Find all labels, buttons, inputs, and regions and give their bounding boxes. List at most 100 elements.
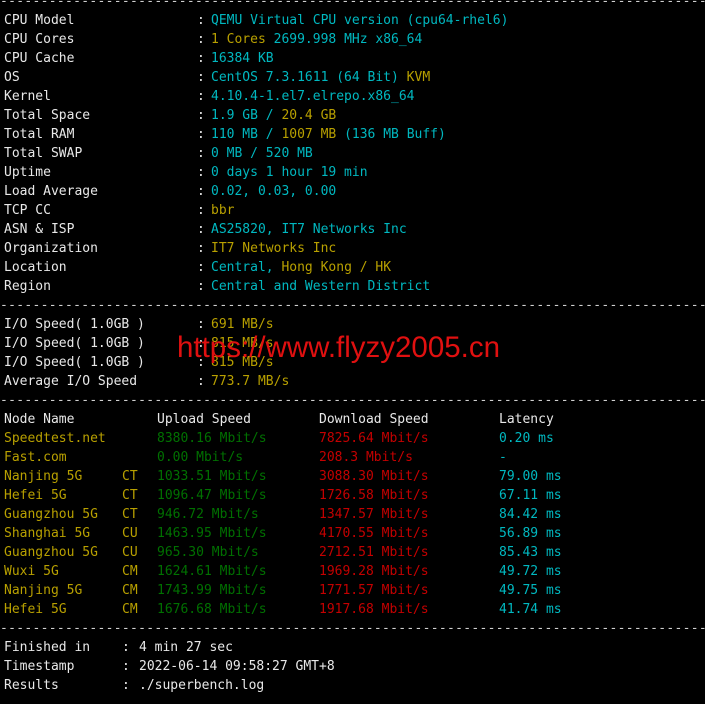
- separator: ----------------------------------------…: [0, 0, 705, 9]
- colon-separator: :: [197, 373, 205, 389]
- separator: ----------------------------------------…: [0, 297, 705, 313]
- info-label: Location: [4, 259, 67, 275]
- info-row: TCP CC: bbr: [0, 201, 705, 220]
- info-label: Uptime: [4, 164, 51, 180]
- info-row: CPU Cache:16384 KB: [0, 49, 705, 68]
- info-row: Organization: IT7 Networks Inc: [0, 239, 705, 258]
- value-segment: CentOS 7.3.1611 (64 Bit): [211, 69, 407, 85]
- colon-separator: :: [197, 183, 205, 199]
- speedtest-row: Speedtest.net 8380.16 Mbit/s 7825.64 Mbit/…: [0, 429, 705, 448]
- colon-separator: :: [197, 12, 205, 28]
- colon-separator: :: [122, 677, 130, 693]
- summary-row: Finished in:4 min 27 sec: [0, 638, 705, 657]
- info-value: IT7 Networks Inc: [211, 239, 336, 258]
- download-speed: 3088.30 Mbit/s: [319, 468, 429, 484]
- info-label: CPU Cores: [4, 31, 75, 47]
- info-value: 4.10.4-1.el7.elrepo.x86_64: [211, 87, 415, 106]
- info-row: Load Average:0.02, 0.03, 0.00: [0, 182, 705, 201]
- upload-speed: 1096.47 Mbit/s: [157, 487, 267, 503]
- info-row: Total RAM:110 MB / 1007 MB (136 MB Buff): [0, 125, 705, 144]
- value-segment: 20.4 GB: [281, 107, 337, 123]
- upload-speed: 946.72 Mbit/s: [157, 506, 259, 522]
- summary-value: 4 min 27 sec: [139, 639, 233, 655]
- colon-separator: :: [197, 50, 205, 66]
- info-value: 0 MB / 520 MB: [211, 144, 313, 163]
- value-segment: Central,: [211, 259, 282, 275]
- speedtest-row: Wuxi 5G CM 1624.61 Mbit/s 1969.28 Mbit/s 49.…: [0, 562, 705, 581]
- node-name: Nanjing 5G: [4, 582, 83, 598]
- speedtest-header: Node Name Upload Speed Download Speed Laten…: [0, 410, 705, 429]
- colon-separator: :: [197, 31, 205, 47]
- summary-row: Timestamp:2022-06-14 09:58:27 GMT+8: [0, 657, 705, 676]
- info-label: CPU Model: [4, 12, 75, 28]
- node-name: Guangzhou 5G: [4, 544, 98, 560]
- download-speed: 1771.57 Mbit/s: [319, 582, 429, 598]
- download-speed: 1917.68 Mbit/s: [319, 601, 429, 617]
- info-label: Total Space: [4, 107, 91, 123]
- colon-separator: :: [197, 107, 205, 123]
- value-segment: IT7 Networks Inc: [211, 240, 337, 256]
- colon-separator: :: [197, 145, 205, 161]
- download-speed: 7825.64 Mbit/s: [319, 430, 429, 446]
- node-name: Guangzhou 5G: [4, 506, 98, 522]
- download-speed: 1969.28 Mbit/s: [319, 563, 429, 579]
- colon-separator: :: [197, 240, 205, 256]
- value-segment: 0.02, 0.03, 0.00: [211, 183, 337, 199]
- speedtest-row: Nanjing 5G CM 1743.99 Mbit/s 1771.57 Mbit/s…: [0, 581, 705, 600]
- isp-code: CU: [122, 525, 138, 541]
- info-value: 16384 KB: [211, 49, 274, 68]
- summary-label: Timestamp: [4, 658, 75, 674]
- upload-speed: 1463.95 Mbit/s: [157, 525, 267, 541]
- node-name: Nanjing 5G: [4, 468, 83, 484]
- speedtest-row: Hefei 5G CM 1676.68 Mbit/s 1917.68 Mbit/s 41…: [0, 600, 705, 619]
- upload-speed: 1624.61 Mbit/s: [157, 563, 267, 579]
- summary-value: ./superbench.log: [139, 677, 265, 693]
- summary-value: 2022-06-14 09:58:27 GMT+8: [139, 658, 335, 674]
- info-row: Kernel:4.10.4-1.el7.elrepo.x86_64: [0, 87, 705, 106]
- upload-speed: 0.00 Mbit/s: [157, 449, 244, 465]
- info-label: Total SWAP: [4, 145, 83, 161]
- speedtest-row: Guangzhou 5G CT 946.72 Mbit/s 1347.57 Mbit/…: [0, 505, 705, 524]
- info-value: Central and Western District: [211, 277, 430, 296]
- separator: ----------------------------------------…: [0, 392, 705, 408]
- colon-separator: :: [197, 88, 205, 104]
- info-label: I/O Speed( 1.0GB ): [4, 354, 145, 370]
- node-name: Speedtest.net: [4, 430, 106, 446]
- node-name: Wuxi 5G: [4, 563, 59, 579]
- value-segment: 4.10.4-1.el7.elrepo.x86_64: [211, 88, 415, 104]
- value-segment: 2699.998 MHz x86_64: [273, 31, 423, 47]
- isp-code: CT: [122, 468, 138, 484]
- upload-speed: 1743.99 Mbit/s: [157, 582, 267, 598]
- isp-code: CM: [122, 601, 138, 617]
- colon-separator: :: [197, 164, 205, 180]
- download-speed: 2712.51 Mbit/s: [319, 544, 429, 560]
- upload-speed: 1033.51 Mbit/s: [157, 468, 267, 484]
- upload-speed: 1676.68 Mbit/s: [157, 601, 267, 617]
- info-label: CPU Cache: [4, 50, 75, 66]
- isp-code: CT: [122, 487, 138, 503]
- info-value: 0 days 1 hour 19 min: [211, 163, 368, 182]
- separator: ----------------------------------------…: [0, 620, 705, 636]
- upload-speed: 965.30 Mbit/s: [157, 544, 259, 560]
- download-speed-header: Download Speed: [319, 411, 429, 427]
- download-speed: 1726.58 Mbit/s: [319, 487, 429, 503]
- value-segment: 1007 MB: [281, 126, 337, 142]
- value-segment: 0 MB / 520 MB: [211, 145, 313, 161]
- download-speed: 208.3 Mbit/s: [319, 449, 413, 465]
- colon-separator: :: [197, 126, 205, 142]
- latency: 85.43 ms: [499, 544, 562, 560]
- summary-label: Results: [4, 677, 59, 693]
- value-segment: 0 days 1 hour 19 min: [211, 164, 368, 180]
- value-segment: bbr: [211, 202, 235, 218]
- latency: 56.89 ms: [499, 525, 562, 541]
- speedtest-row: Hefei 5G CT 1096.47 Mbit/s 1726.58 Mbit/s 67…: [0, 486, 705, 505]
- info-row: Location: Central, Hong Kong / HK: [0, 258, 705, 277]
- value-segment: AS25820, IT7 Networks Inc: [211, 221, 407, 237]
- isp-code: CU: [122, 544, 138, 560]
- value-segment: KVM: [406, 69, 431, 85]
- info-label: TCP CC: [4, 202, 51, 218]
- node-name: Hefei 5G: [4, 487, 67, 503]
- node-name: Shanghai 5G: [4, 525, 91, 541]
- value-segment: 110 MB /: [211, 126, 282, 142]
- info-label: Load Average: [4, 183, 98, 199]
